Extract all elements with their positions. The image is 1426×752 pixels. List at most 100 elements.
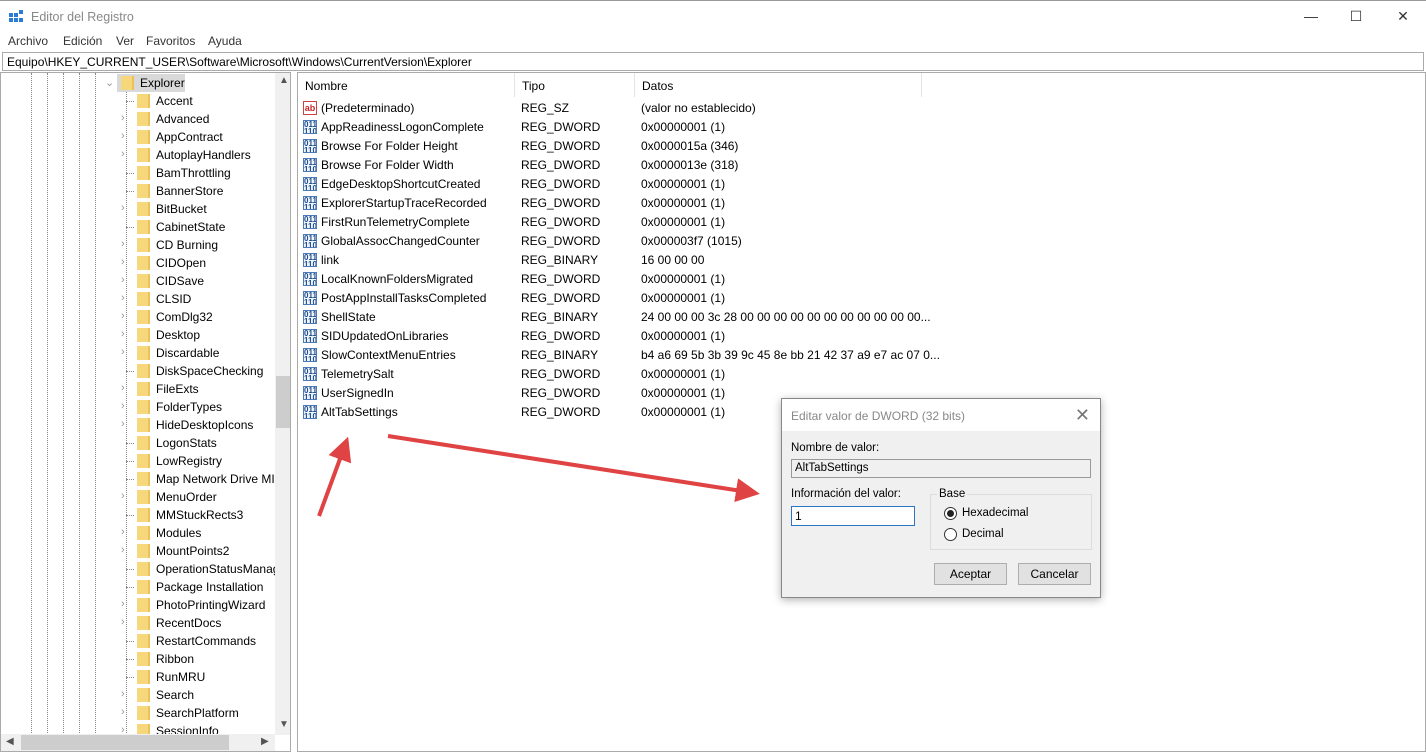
table-row[interactable]: 011 110 SIDUpdatedOnLibraries REG_DWORD 0x0…: [298, 326, 1425, 345]
chevron-right-icon[interactable]: ›: [121, 418, 125, 430]
table-row[interactable]: 011 110 LocalKnownFoldersMigrated REG_DWOR…: [298, 269, 1425, 288]
tree-item[interactable]: OperationStatusManag: [1, 560, 279, 578]
table-row[interactable]: 011 110 ExplorerStartupTraceRecorded REG_D…: [298, 193, 1425, 212]
tree-item[interactable]: › AppContract: [1, 128, 275, 146]
scroll-left-icon[interactable]: ◀: [6, 736, 14, 747]
maximize-button[interactable]: ☐: [1333, 1, 1379, 32]
tree-item[interactable]: › Desktop: [1, 326, 275, 344]
tree-item[interactable]: › CIDOpen: [1, 254, 275, 272]
table-row[interactable]: 011 110 link REG_BINARY 16 00 00 00: [298, 250, 1425, 269]
tree-item[interactable]: › CD Burning: [1, 236, 275, 254]
ok-button[interactable]: Aceptar: [934, 563, 1007, 585]
tree-item[interactable]: › RecentDocs: [1, 614, 275, 632]
chevron-right-icon[interactable]: ›: [121, 382, 125, 394]
scroll-thumb[interactable]: [276, 376, 290, 428]
menu-archivo[interactable]: Archivo: [8, 34, 48, 48]
tree-item[interactable]: › ComDlg32: [1, 308, 275, 326]
chevron-right-icon[interactable]: ›: [121, 274, 125, 286]
column-header-name[interactable]: Nombre: [298, 73, 515, 97]
tree-item[interactable]: Map Network Drive MI: [1, 470, 275, 488]
menu-ver[interactable]: Ver: [116, 34, 134, 48]
tree-item[interactable]: Ribbon: [1, 650, 275, 668]
chevron-right-icon[interactable]: ›: [121, 328, 125, 340]
minimize-button[interactable]: —: [1288, 1, 1334, 32]
menu-edicion[interactable]: Edición: [63, 34, 102, 48]
chevron-right-icon[interactable]: ›: [121, 490, 125, 502]
tree-item[interactable]: LowRegistry: [1, 452, 275, 470]
chevron-right-icon[interactable]: ›: [121, 292, 125, 304]
tree-item[interactable]: › Search: [1, 686, 275, 704]
hexadecimal-radio[interactable]: [944, 507, 957, 520]
tree-item[interactable]: DiskSpaceChecking: [1, 362, 275, 380]
table-row[interactable]: ab (Predeterminado) REG_SZ (valor no establ…: [298, 98, 1425, 117]
cancel-button[interactable]: Cancelar: [1018, 563, 1091, 585]
table-row[interactable]: 011 110 PostAppInstallTasksCompleted REG_D…: [298, 288, 1425, 307]
chevron-right-icon[interactable]: ›: [121, 112, 125, 124]
decimal-label[interactable]: Decimal: [962, 528, 1004, 540]
close-icon[interactable]: ✕: [1075, 405, 1090, 426]
table-row[interactable]: 011 110 EdgeDesktopShortcutCreated REG_DWO…: [298, 174, 1425, 193]
table-row[interactable]: 011 110 FirstRunTelemetryComplete REG_DWOR…: [298, 212, 1425, 231]
tree-vertical-scrollbar[interactable]: ▲ ▼: [275, 73, 290, 735]
tree-item[interactable]: › FolderTypes: [1, 398, 275, 416]
tree-item[interactable]: › HideDesktopIcons: [1, 416, 275, 434]
chevron-right-icon[interactable]: ›: [121, 544, 125, 556]
tree-item[interactable]: BannerStore: [1, 182, 275, 200]
value-name-field[interactable]: AltTabSettings: [791, 459, 1091, 478]
tree-item[interactable]: › PhotoPrintingWizard: [1, 596, 275, 614]
tree-item[interactable]: › MountPoints2: [1, 542, 275, 560]
tree-item[interactable]: › FileExts: [1, 380, 275, 398]
tree-item[interactable]: › AutoplayHandlers: [1, 146, 275, 164]
chevron-right-icon[interactable]: ›: [121, 598, 125, 610]
hexadecimal-label[interactable]: Hexadecimal: [962, 507, 1028, 519]
table-row[interactable]: 011 110 ShellState REG_BINARY 24 00 00 00 3…: [298, 307, 1425, 326]
scroll-right-icon[interactable]: ▶: [261, 736, 269, 747]
table-row[interactable]: 011 110 GlobalAssocChangedCounter REG_DWOR…: [298, 231, 1425, 250]
tree-item[interactable]: › BitBucket: [1, 200, 275, 218]
chevron-right-icon[interactable]: ›: [121, 400, 125, 412]
chevron-down-icon[interactable]: ⌄: [105, 76, 114, 89]
scroll-thumb[interactable]: [21, 735, 229, 750]
chevron-right-icon[interactable]: ›: [121, 256, 125, 268]
tree-item[interactable]: BamThrottling: [1, 164, 275, 182]
address-bar[interactable]: Equipo\HKEY_CURRENT_USER\Software\Micros…: [2, 52, 1424, 71]
scroll-down-icon[interactable]: ▼: [279, 719, 289, 730]
table-row[interactable]: 011 110 Browse For Folder Height REG_DWORD…: [298, 136, 1425, 155]
table-row[interactable]: 011 110 TelemetrySalt REG_DWORD 0x00000001 …: [298, 364, 1425, 383]
table-row[interactable]: 011 110 SlowContextMenuEntries REG_BINARY b…: [298, 345, 1425, 364]
tree-item[interactable]: › MenuOrder: [1, 488, 275, 506]
value-data-input[interactable]: 1: [791, 506, 915, 526]
tree-item[interactable]: RestartCommands: [1, 632, 275, 650]
chevron-right-icon[interactable]: ›: [121, 616, 125, 628]
column-header-data[interactable]: Datos: [635, 73, 922, 97]
tree-item[interactable]: LogonStats: [1, 434, 275, 452]
tree-item[interactable]: RunMRU: [1, 668, 275, 686]
chevron-right-icon[interactable]: ›: [121, 238, 125, 250]
chevron-right-icon[interactable]: ›: [121, 202, 125, 214]
tree-item[interactable]: › Advanced: [1, 110, 275, 128]
menu-favoritos[interactable]: Favoritos: [146, 34, 195, 48]
tree-item[interactable]: › CIDSave: [1, 272, 275, 290]
chevron-right-icon[interactable]: ›: [121, 688, 125, 700]
tree-item[interactable]: › Discardable: [1, 344, 275, 362]
tree-item[interactable]: Accent: [1, 92, 275, 110]
scroll-up-icon[interactable]: ▲: [279, 75, 289, 86]
tree-horizontal-scrollbar[interactable]: ◀ ▶: [1, 734, 275, 751]
chevron-right-icon[interactable]: ›: [121, 130, 125, 142]
chevron-right-icon[interactable]: ›: [121, 526, 125, 538]
tree-item[interactable]: MMStuckRects3: [1, 506, 275, 524]
chevron-right-icon[interactable]: ›: [121, 706, 125, 718]
chevron-right-icon[interactable]: ›: [121, 310, 125, 322]
decimal-radio[interactable]: [944, 528, 957, 541]
tree-item[interactable]: Package Installation: [1, 578, 275, 596]
table-row[interactable]: 011 110 Browse For Folder Width REG_DWORD 0…: [298, 155, 1425, 174]
tree-item-explorer[interactable]: ⌄ Explorer: [1, 74, 275, 92]
menu-ayuda[interactable]: Ayuda: [208, 34, 242, 48]
tree-item[interactable]: › SearchPlatform: [1, 704, 275, 722]
chevron-right-icon[interactable]: ›: [121, 346, 125, 358]
column-header-type[interactable]: Tipo: [515, 73, 635, 97]
tree-item[interactable]: › CLSID: [1, 290, 275, 308]
close-button[interactable]: ✕: [1380, 1, 1426, 32]
tree-item[interactable]: CabinetState: [1, 218, 275, 236]
chevron-right-icon[interactable]: ›: [121, 148, 125, 160]
